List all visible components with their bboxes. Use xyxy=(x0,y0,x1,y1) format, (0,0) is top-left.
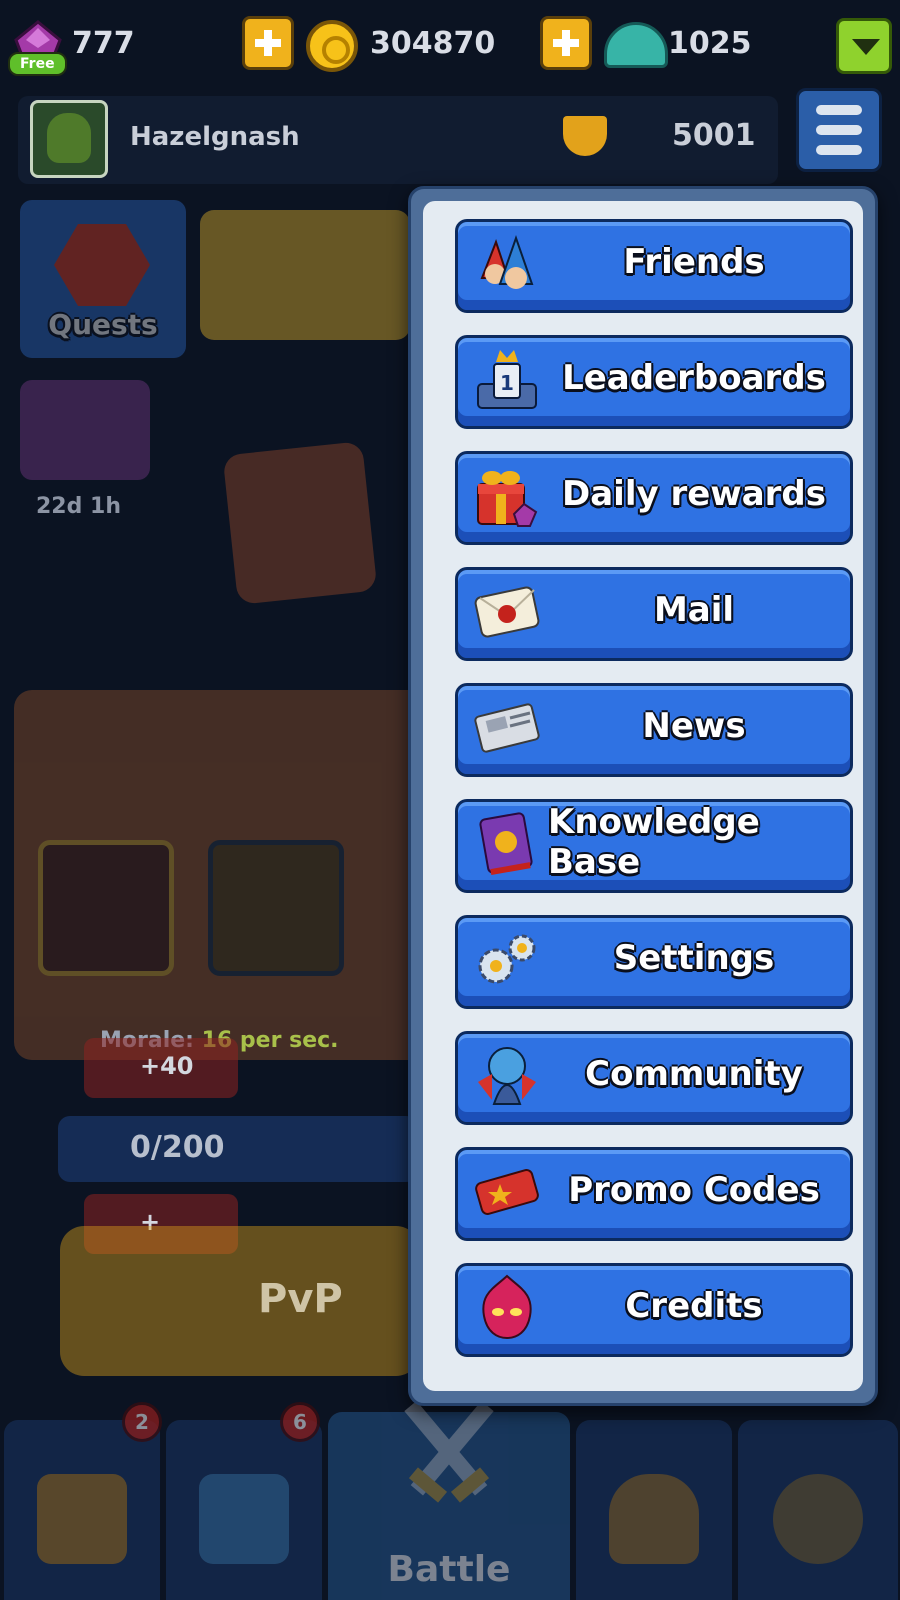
player-name: Hazelgnash xyxy=(130,122,300,152)
mail-icon xyxy=(474,586,540,638)
nav-tab-chests[interactable]: 2 xyxy=(4,1402,162,1600)
menu-item-mail[interactable]: Mail xyxy=(455,567,853,661)
gears-icon xyxy=(478,934,536,984)
menu-item-community[interactable]: Community xyxy=(455,1031,853,1125)
clan-shield-icon xyxy=(609,1474,699,1564)
menu-bar-line xyxy=(816,145,862,155)
pvp-button[interactable] xyxy=(60,1226,420,1376)
bottom-navigation: 2 6 Battle xyxy=(0,1400,900,1600)
book-badge-icon[interactable] xyxy=(222,441,378,605)
ticket-icon xyxy=(475,1169,539,1215)
menu-item-label: Credits xyxy=(625,1286,763,1326)
profile-bar[interactable]: Hazelgnash 5001 xyxy=(18,96,778,184)
menu-list: Friends 1 Leaderboards Daily rewards Mai… xyxy=(423,201,863,1391)
gems-count: 777 xyxy=(72,26,135,61)
community-icon xyxy=(478,1047,536,1105)
menu-item-promo-codes[interactable]: Promo Codes xyxy=(455,1147,853,1241)
menu-bar-line xyxy=(816,125,862,135)
quests-label: Quests xyxy=(48,308,158,341)
pvp-label: PvP xyxy=(258,1276,343,1322)
hamburger-menu-button[interactable] xyxy=(796,88,882,172)
nav-tab-battle[interactable]: Battle xyxy=(328,1400,570,1600)
hero-card-engineer[interactable] xyxy=(208,840,344,976)
chest-timer: 22d 1h xyxy=(36,494,121,519)
menu-item-label: Settings xyxy=(613,938,775,978)
event-chest-icon[interactable] xyxy=(20,380,150,480)
svg-text:1: 1 xyxy=(500,371,514,395)
chest-icon xyxy=(37,1474,127,1564)
menu-item-label: News xyxy=(642,706,746,746)
menu-item-credits[interactable]: Credits xyxy=(455,1263,853,1357)
main-menu-popup: Friends 1 Leaderboards Daily rewards Mai… xyxy=(408,186,878,1406)
nav-tab-cards[interactable]: 6 xyxy=(166,1402,322,1600)
add-helmets-button[interactable] xyxy=(540,16,592,70)
laurel-rank-icon xyxy=(773,1474,863,1564)
avatar[interactable] xyxy=(30,100,108,178)
menu-bar-line xyxy=(816,105,862,115)
newspaper-icon xyxy=(474,703,540,753)
hero-panel[interactable] xyxy=(14,690,434,1060)
season-pass-banner[interactable] xyxy=(200,210,410,340)
helmet-icon xyxy=(604,22,668,68)
leaderboard-icon: 1 xyxy=(477,350,537,409)
expand-resources-button[interactable] xyxy=(836,18,892,74)
cards-icon xyxy=(199,1474,289,1564)
menu-item-label: Friends xyxy=(623,242,765,282)
menu-item-leaderboards[interactable]: 1 Leaderboards xyxy=(455,335,853,429)
flame-mask-icon xyxy=(482,1274,532,1340)
menu-item-label: Knowledge Base xyxy=(548,802,760,882)
progress-count: 0/200 xyxy=(130,1130,225,1165)
menu-item-settings[interactable]: Settings xyxy=(455,915,853,1009)
quests-button[interactable]: Quests xyxy=(20,200,186,358)
menu-item-news[interactable]: News xyxy=(455,683,853,777)
free-gems-tag[interactable]: Free xyxy=(8,52,67,76)
progress-bar xyxy=(58,1116,418,1182)
coins-count: 304870 xyxy=(370,26,496,61)
menu-item-label: Mail xyxy=(653,590,735,630)
battle-label: Battle xyxy=(387,1549,511,1590)
quests-icon xyxy=(54,224,150,306)
book-icon xyxy=(479,812,533,876)
cards-badge: 6 xyxy=(280,1402,320,1442)
coin-icon xyxy=(306,20,358,72)
trophy-count: 5001 xyxy=(672,118,756,153)
gift-icon xyxy=(477,471,538,527)
helmets-count: 1025 xyxy=(668,26,752,61)
menu-item-label: Promo Codes xyxy=(568,1170,820,1210)
menu-item-friends[interactable]: Friends xyxy=(455,219,853,313)
nav-tab-ranks[interactable] xyxy=(738,1420,898,1600)
friends-icon xyxy=(480,234,534,289)
menu-item-daily-rewards[interactable]: Daily rewards xyxy=(455,451,853,545)
ad-reward-amount: +40 xyxy=(140,1052,194,1080)
menu-item-label: Daily rewards xyxy=(562,474,826,514)
chests-badge: 2 xyxy=(122,1402,162,1442)
nav-tab-clan[interactable] xyxy=(576,1420,732,1600)
add-coins-button[interactable] xyxy=(242,16,294,70)
hero-card-jester[interactable] xyxy=(38,840,174,976)
menu-item-label: Community xyxy=(585,1054,803,1094)
menu-item-label: Leaderboards xyxy=(562,358,826,398)
menu-item-knowledge-base[interactable]: Knowledge Base xyxy=(455,799,853,893)
top-resource-bar: Free 777 304870 1025 xyxy=(0,0,900,90)
trophy-icon xyxy=(563,116,607,156)
